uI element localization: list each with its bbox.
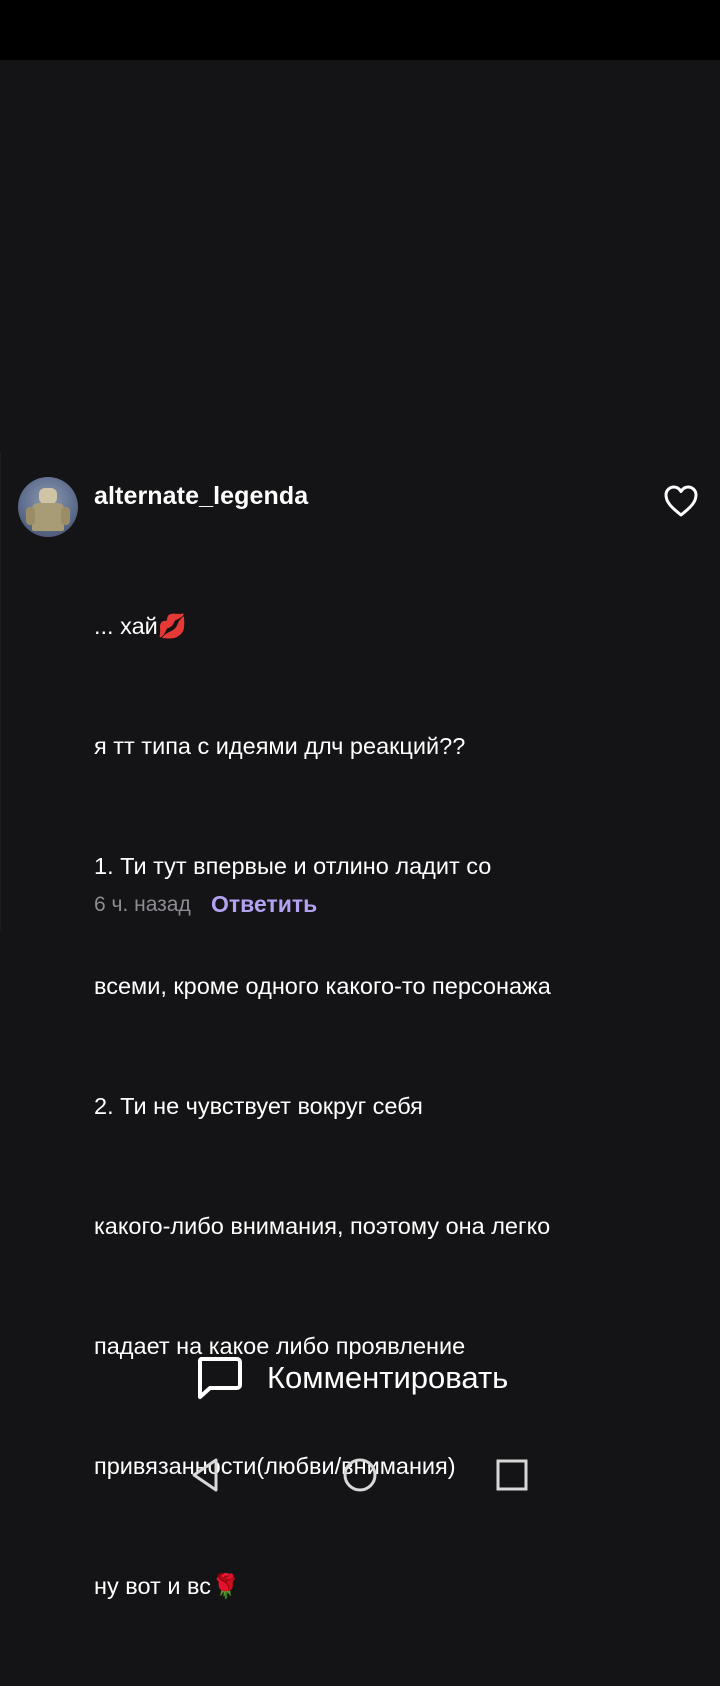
- avatar-figure-body: [32, 503, 64, 531]
- comment-timestamp: 6 ч. назад: [94, 893, 191, 916]
- comment-line: всеми, кроме одного какого-то персонажа: [94, 973, 551, 999]
- avatar[interactable]: [18, 477, 78, 537]
- comment-button-label: Комментировать: [267, 1360, 509, 1395]
- comment-line: 1. Ти тут впервые и отлино ладит со: [94, 853, 492, 879]
- comment-line: ... хай💋: [94, 613, 188, 639]
- comment-line: какого-либо внимания, поэтому она легко: [94, 1213, 551, 1239]
- avatar-figure-arm-right: [61, 507, 70, 525]
- comment-line: ну вот и вс🌹: [94, 1573, 241, 1599]
- back-triangle-icon[interactable]: [186, 1455, 226, 1495]
- avatar-figure-arm-left: [26, 507, 35, 525]
- comment-username[interactable]: alternate_legenda: [94, 482, 308, 511]
- comment-bar: Комментировать: [0, 1345, 720, 1411]
- speech-bubble-icon: [197, 1357, 242, 1399]
- comment-line: я тт типа с идеями длч реакций??: [94, 733, 466, 759]
- home-circle-icon[interactable]: [340, 1455, 380, 1495]
- comment-card: alternate_legenda ... хай💋 я тт типа с и…: [0, 452, 720, 1599]
- comment-button[interactable]: Комментировать: [195, 1353, 508, 1403]
- status-bar: [0, 0, 720, 60]
- system-nav-bar: [0, 1430, 720, 1520]
- heart-icon[interactable]: [663, 484, 699, 518]
- reply-button[interactable]: Ответить: [211, 891, 317, 918]
- avatar-figure-head: [39, 488, 57, 504]
- comment-line: 2. Ти не чувствует вокруг себя: [94, 1093, 423, 1119]
- recents-square-icon[interactable]: [492, 1455, 532, 1495]
